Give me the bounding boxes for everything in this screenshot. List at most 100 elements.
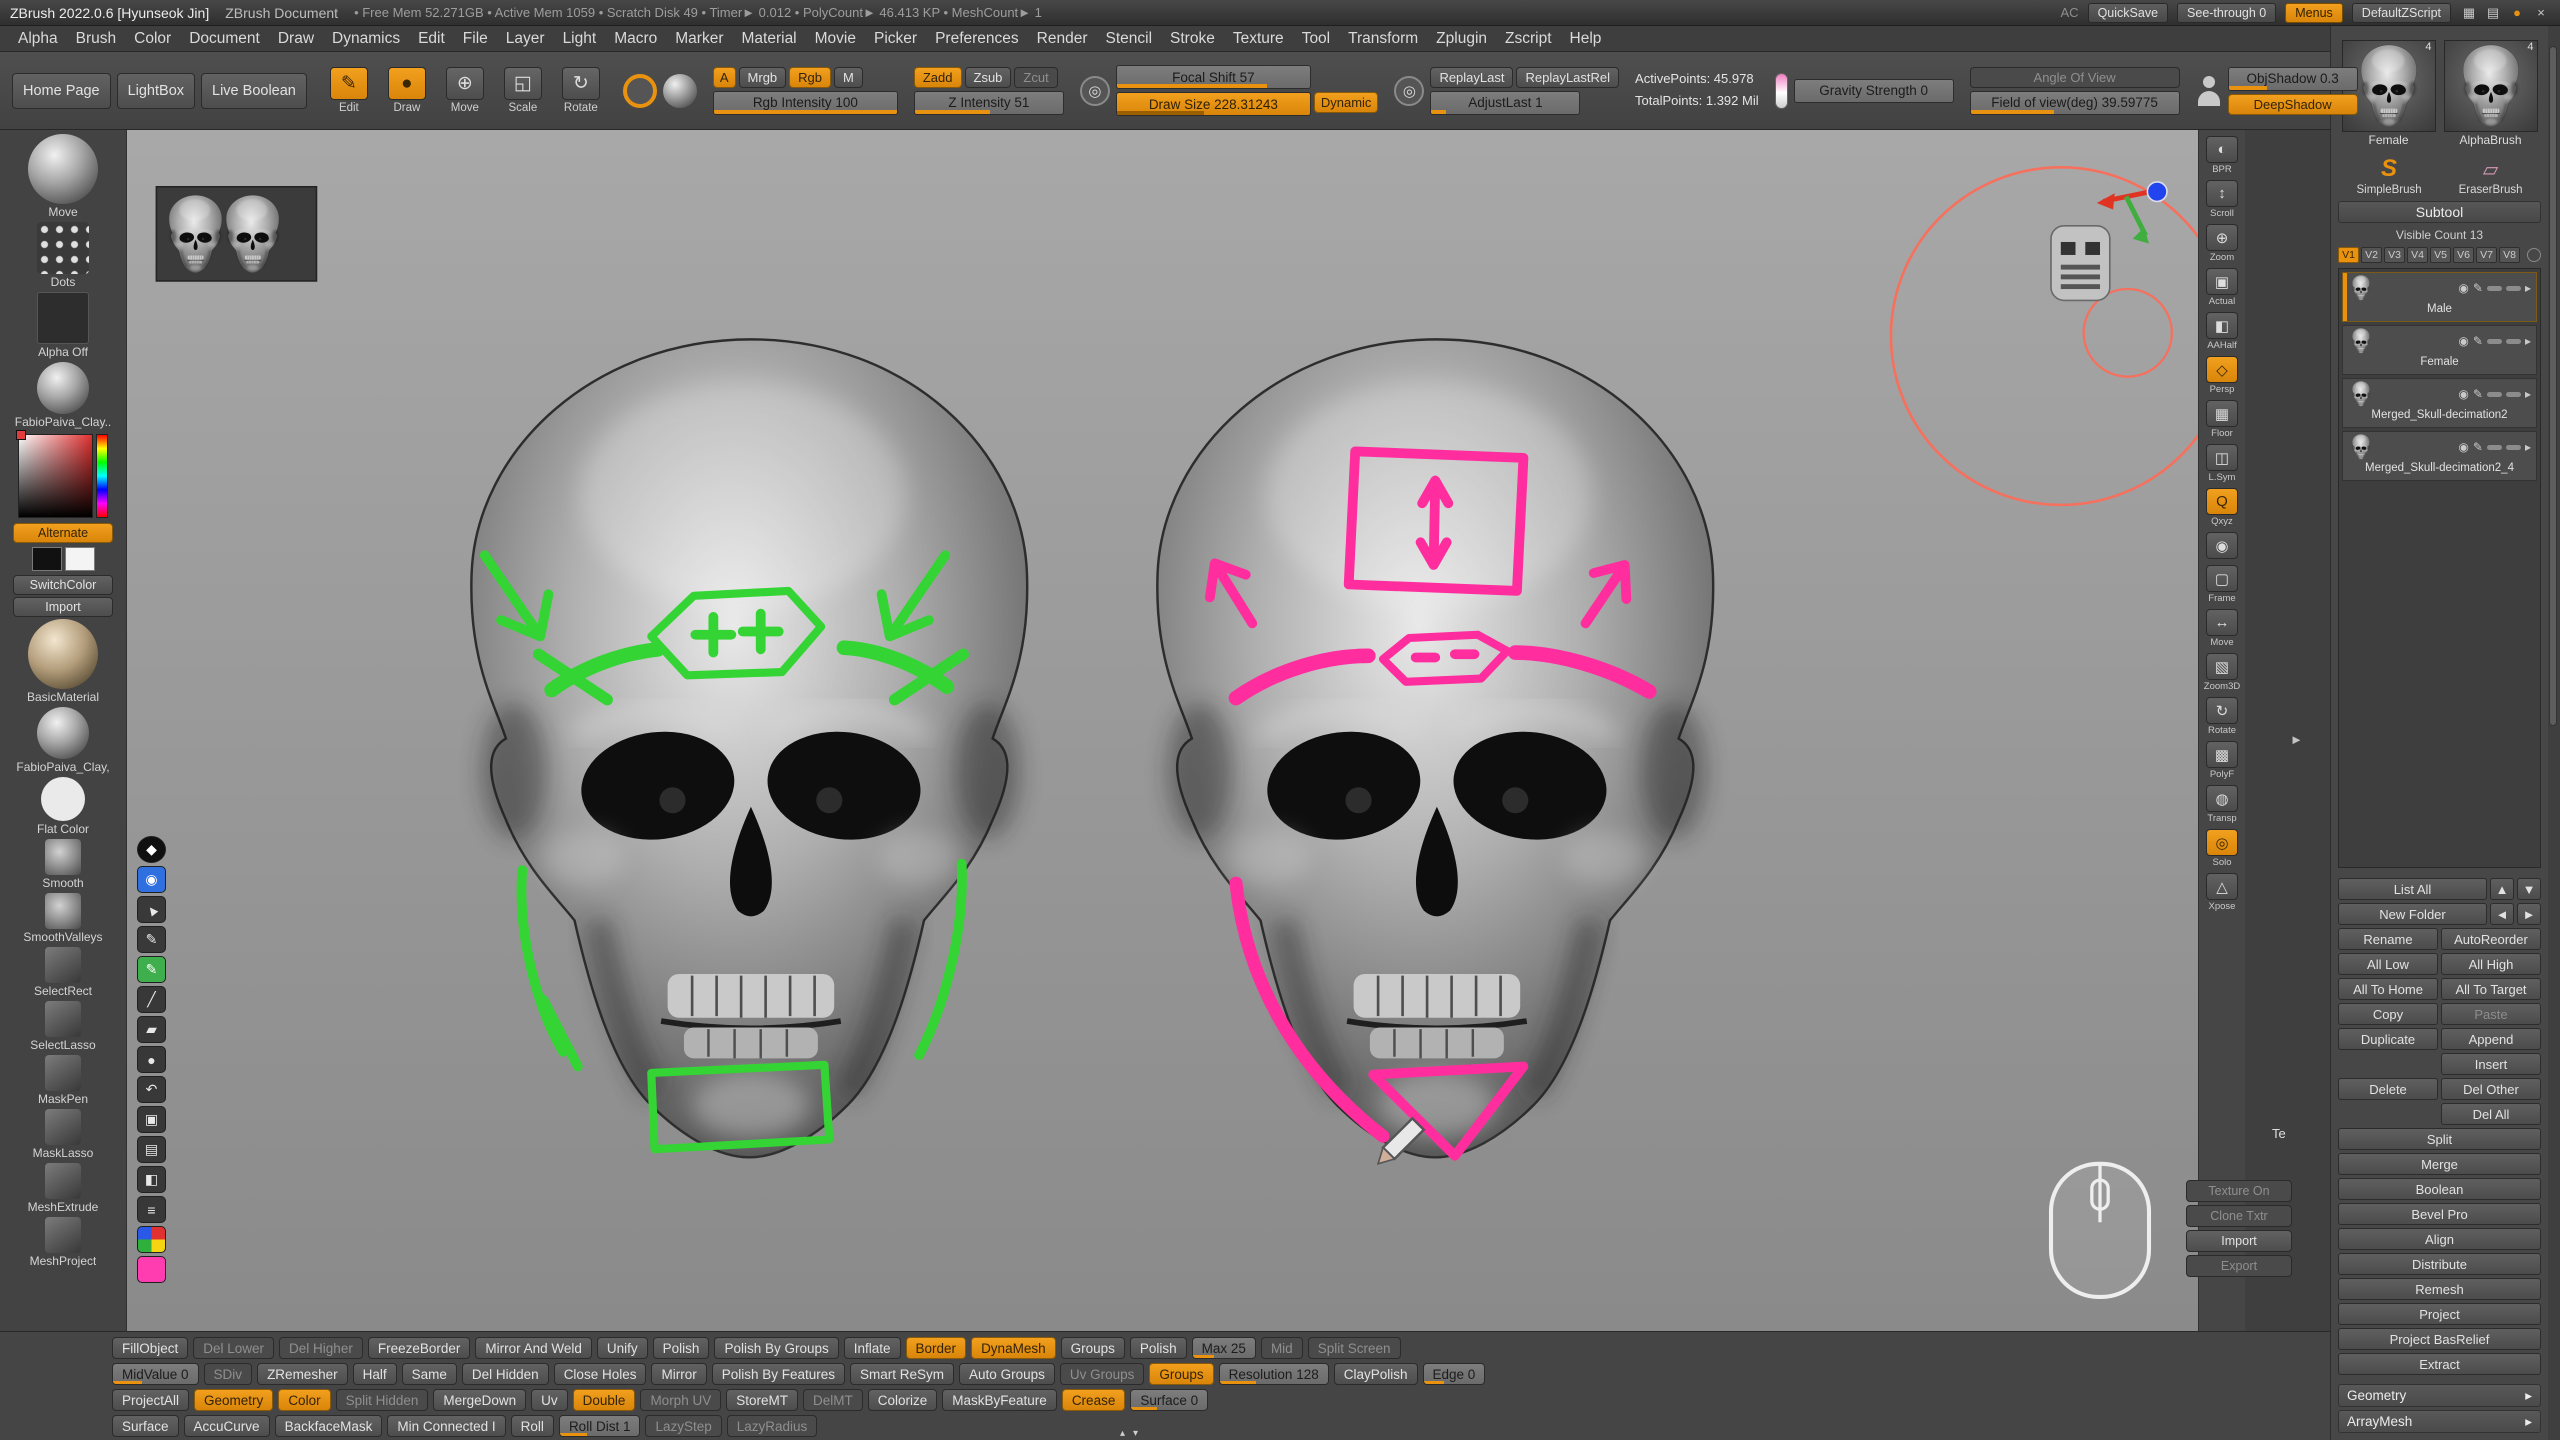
view-tab[interactable]: V7: [2476, 247, 2497, 263]
tray-button[interactable]: Uv Groups: [1060, 1363, 1145, 1385]
paint-icon[interactable]: ✎: [2473, 440, 2483, 454]
toolbox-item[interactable]: MaskLasso: [33, 1109, 94, 1160]
tray-button[interactable]: Surface 0: [1130, 1389, 1208, 1411]
subtool-header[interactable]: Subtool: [2338, 201, 2541, 223]
sculpt-mode-button[interactable]: Zadd: [914, 67, 962, 88]
paint-icon[interactable]: ✎: [2473, 334, 2483, 348]
tray-button[interactable]: Groups: [1061, 1337, 1125, 1359]
tray-button[interactable]: DelMT: [803, 1389, 863, 1411]
paint-mode-button[interactable]: Rgb: [789, 67, 831, 88]
menu-item[interactable]: Brush: [68, 28, 125, 50]
subtool-action-button[interactable]: All To Target: [2441, 978, 2541, 1000]
tray-button[interactable]: Same: [402, 1363, 457, 1385]
line-tool-icon[interactable]: ╱: [137, 986, 166, 1013]
toolbox-item[interactable]: Flat Color: [37, 777, 89, 836]
panel-scrollbar[interactable]: [2549, 46, 2557, 726]
black-swatch[interactable]: [32, 547, 62, 571]
floor-button[interactable]: ▦ Floor: [2206, 400, 2238, 439]
clear-tool-icon[interactable]: ▣: [137, 1106, 166, 1133]
import-button[interactable]: Import: [13, 597, 113, 617]
nav-button[interactable]: Live Boolean: [201, 73, 307, 109]
view-tab[interactable]: V3: [2384, 247, 2405, 263]
quicksave-button[interactable]: QuickSave: [2088, 3, 2168, 23]
tray-button[interactable]: Roll: [511, 1415, 554, 1437]
menu-item[interactable]: Stroke: [1162, 28, 1223, 50]
tray-button[interactable]: Mirror: [651, 1363, 706, 1385]
mode-button[interactable]: ● Draw: [381, 67, 433, 114]
zoom-button[interactable]: ⊕ Zoom: [2206, 224, 2238, 263]
document-thumbnails[interactable]: [156, 187, 316, 281]
tray-resize-handle[interactable]: ▴ ▾: [1120, 1428, 1138, 1439]
subtool-action-button[interactable]: Copy: [2338, 1003, 2438, 1025]
menu-item[interactable]: Texture: [1225, 28, 1292, 50]
tray-button[interactable]: Smart ReSym: [850, 1363, 954, 1385]
tray-button[interactable]: Polish: [653, 1337, 710, 1359]
tray-button[interactable]: ProjectAll: [112, 1389, 189, 1411]
tray-button[interactable]: FillObject: [112, 1337, 188, 1359]
tray-button[interactable]: Border: [906, 1337, 967, 1359]
texture-panel-button[interactable]: Export: [2186, 1255, 2292, 1277]
tray-button[interactable]: Double: [573, 1389, 636, 1411]
tray-button[interactable]: Resolution 128: [1219, 1363, 1329, 1385]
toolbox-item[interactable]: Smooth: [42, 839, 83, 890]
focal-shift-slider[interactable]: Focal Shift 57: [1116, 65, 1311, 89]
menu-item[interactable]: Edit: [410, 28, 453, 50]
default-zscript-button[interactable]: DefaultZScript: [2352, 3, 2451, 23]
subtool-action-button[interactable]: Bevel Pro: [2338, 1203, 2541, 1225]
tray-button[interactable]: Max 25: [1192, 1337, 1256, 1359]
cursor-tool-icon[interactable]: ▲: [137, 896, 166, 923]
paint-mode-button[interactable]: M: [834, 67, 863, 88]
replay-button[interactable]: ReplayLast: [1430, 67, 1513, 88]
subtool-action-button[interactable]: All To Home: [2338, 978, 2438, 1000]
window-grid-icon[interactable]: ▦: [2460, 5, 2478, 21]
tray-button[interactable]: Del Lower: [193, 1337, 274, 1359]
z-intensity-slider[interactable]: Z Intensity 51: [914, 91, 1064, 115]
tray-button[interactable]: Color: [278, 1389, 330, 1411]
tray-button[interactable]: ZRemesher: [257, 1363, 348, 1385]
close-icon[interactable]: ×: [2532, 5, 2550, 20]
toolbox-item[interactable]: BasicMaterial: [27, 619, 99, 704]
menu-item[interactable]: Macro: [606, 28, 665, 50]
right-divider-arrow[interactable]: ►: [2290, 732, 2303, 747]
aahalf-button[interactable]: ◧ AAHalf: [2206, 312, 2238, 351]
toolbox-item[interactable]: Move: [28, 134, 98, 219]
saturation-square[interactable]: [18, 434, 93, 518]
persp-button[interactable]: ◇ Persp: [2206, 356, 2238, 395]
subtool-item[interactable]: ◉ ✎ ▸ Merged_Skull-decimation2_4: [2342, 431, 2537, 481]
subtool-action-button[interactable]: Append: [2441, 1028, 2541, 1050]
tray-button[interactable]: Polish By Groups: [714, 1337, 838, 1359]
subtool-action-button[interactable]: Remesh: [2338, 1278, 2541, 1300]
menus-button[interactable]: Menus: [2285, 3, 2343, 23]
subtool-action-button[interactable]: New Folder: [2338, 903, 2487, 925]
paint-mode-button[interactable]: A: [713, 67, 736, 88]
subtool-action-button[interactable]: Align: [2338, 1228, 2541, 1250]
view-tab[interactable]: V5: [2430, 247, 2451, 263]
subtool-action-button[interactable]: Duplicate: [2338, 1028, 2438, 1050]
toolbox-item[interactable]: SmoothValleys: [23, 893, 102, 944]
tray-button[interactable]: Uv: [531, 1389, 568, 1411]
undo-tool-icon[interactable]: ↶: [137, 1076, 166, 1103]
tray-button[interactable]: SDiv: [204, 1363, 253, 1385]
palette-section-header[interactable]: Geometry ▸: [2338, 1384, 2541, 1407]
subtool-action-button[interactable]: All High: [2441, 953, 2541, 975]
color-picker[interactable]: [18, 434, 108, 518]
menu-item[interactable]: Color: [126, 28, 179, 50]
list-tool-icon[interactable]: ≡: [137, 1196, 166, 1223]
screenshot-tool-icon[interactable]: ◧: [137, 1166, 166, 1193]
toolbox-item[interactable]: SelectLasso: [30, 1001, 95, 1052]
menu-item[interactable]: Help: [1562, 28, 1610, 50]
board-tool-icon[interactable]: ▤: [137, 1136, 166, 1163]
view-tab[interactable]: V8: [2499, 247, 2520, 263]
toolbox-item[interactable]: MeshExtrude: [28, 1163, 99, 1214]
document-canvas[interactable]: ◆ ◉ ▲ ✎ ✎ ╱ ▰ ● ↶ ▣ ▤ ◧: [127, 130, 2198, 1331]
move-button[interactable]: ↔ Move: [2206, 609, 2238, 648]
menu-item[interactable]: Picker: [866, 28, 925, 50]
solo-button[interactable]: ◎ Solo: [2206, 829, 2238, 868]
subtool-action-button[interactable]: Rename: [2338, 928, 2438, 950]
subtool-action-button[interactable]: ◄: [2490, 903, 2514, 925]
stroke-preview-icon[interactable]: [623, 74, 657, 108]
frame-button[interactable]: ▢ Frame: [2206, 565, 2238, 604]
pink-swatch-icon[interactable]: [137, 1256, 166, 1283]
local-pivot-button[interactable]: ◉: [2206, 532, 2238, 560]
nav-button[interactable]: Home Page: [12, 73, 111, 109]
